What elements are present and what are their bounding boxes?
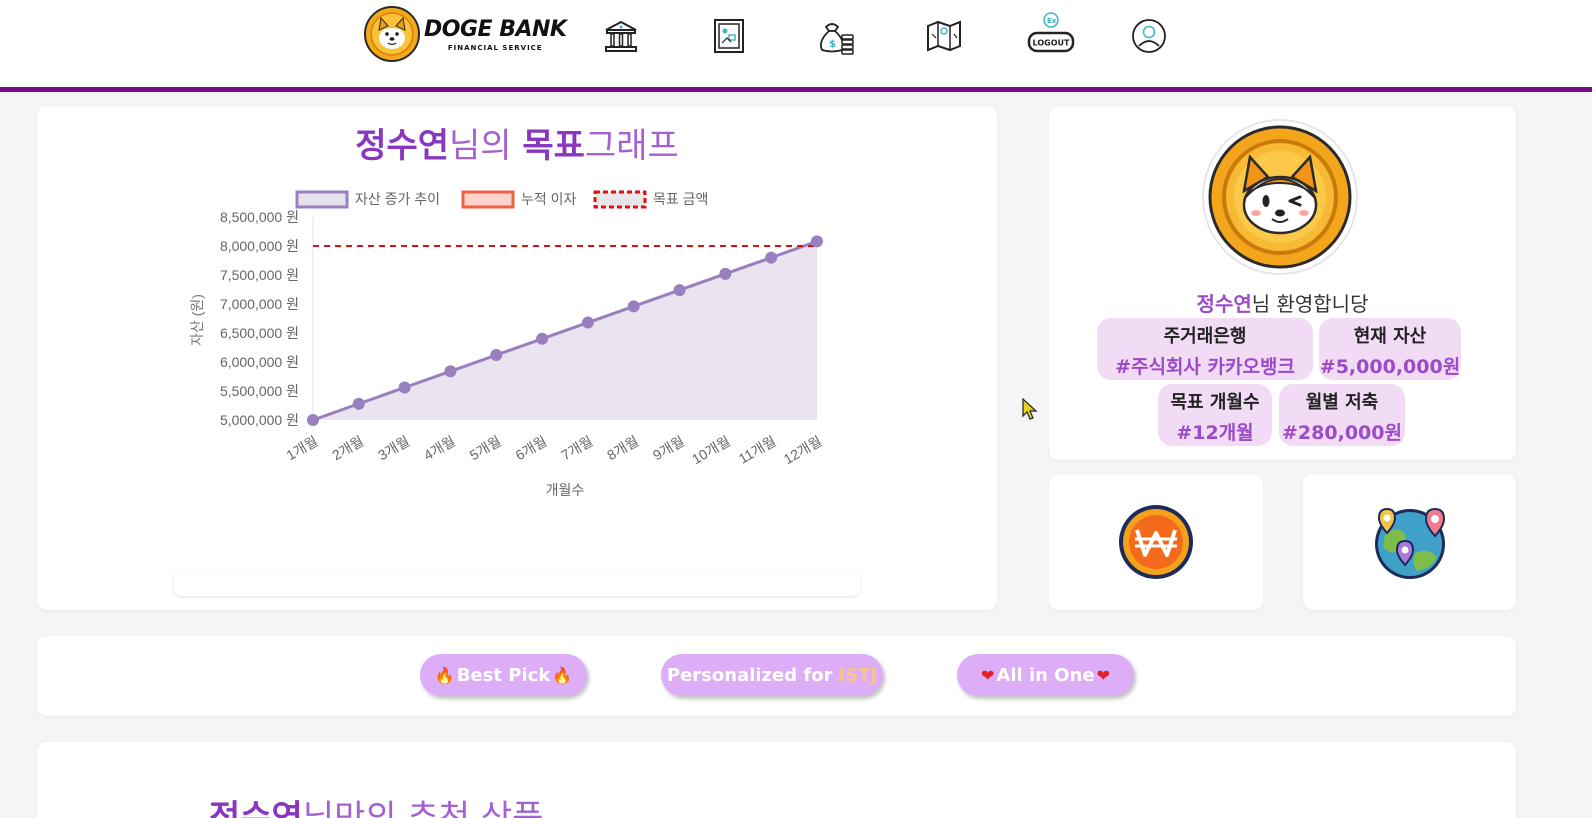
user-icon[interactable] <box>1129 16 1169 56</box>
recommend-title: 정수연님만의 추천 상품 <box>209 790 543 818</box>
x-tick-label: 8개월 <box>604 433 641 464</box>
y-tick-label: 7,500,000 원 <box>220 267 299 283</box>
legend-swatch <box>593 190 647 209</box>
tab-all-in-one[interactable]: ❤ All in One ❤ <box>957 654 1134 696</box>
globe-pins-icon <box>1375 507 1446 579</box>
asset-line-chart: 5,000,000 원 5,500,000 원 6,000,000 원 6,500,0… <box>189 190 825 498</box>
logo-title: DOGE BANK <box>424 16 567 42</box>
main-bank-chip: 주거래은행 #주식회사 카카오뱅크 <box>1097 318 1313 380</box>
svg-text:Ex: Ex <box>1047 17 1057 25</box>
x-tick-label: 4개월 <box>421 433 458 464</box>
y-tick-label: 5,500,000 원 <box>220 383 299 399</box>
current-asset-value: #5,000,000원 <box>1319 356 1461 378</box>
tab-personalized-label: Personalized for <box>666 664 833 686</box>
mouse-cursor-icon <box>1022 398 1038 420</box>
logo-text: DOGE BANK FINANCIAL SERVICE <box>424 16 567 52</box>
fire-icon: 🔥 <box>434 665 455 685</box>
goal-months-value: #12개월 <box>1176 422 1254 444</box>
recommend-card: 정수연님만의 추천 상품 <box>37 742 1516 818</box>
x-tick-label: 7개월 <box>558 433 595 464</box>
x-axis-label: 개월수 <box>546 482 585 498</box>
goal-progress-bar <box>174 571 860 596</box>
header-divider <box>0 87 1592 92</box>
asset-point <box>444 365 457 378</box>
doge-coin-icon <box>364 6 420 62</box>
money-bag-icon[interactable]: $ <box>816 16 856 56</box>
current-asset-label: 현재 자산 <box>1353 326 1427 347</box>
goal-months-chip: 목표 개월수 #12개월 <box>1158 384 1272 446</box>
asset-point <box>490 349 503 362</box>
won-coin-icon <box>1119 505 1193 579</box>
travel-map-card[interactable] <box>1303 474 1516 610</box>
monthly-saving-label: 월별 저축 <box>1305 392 1379 413</box>
asset-point <box>673 284 686 297</box>
goal-graph-card: 정수연님의 목표그래프 5,000,000 원 5,500,000 원 6,000,… <box>37 106 997 610</box>
y-tick-label: 8,500,000 원 <box>220 209 299 225</box>
x-tick-label: 5개월 <box>467 433 504 464</box>
logout-label: LOGOUT <box>1033 39 1070 48</box>
x-tick-label: 9개월 <box>650 433 687 464</box>
exchange-card[interactable] <box>1049 474 1263 610</box>
svg-text:$: $ <box>829 39 836 50</box>
tab-best-pick-label: Best Pick <box>456 664 551 686</box>
x-tick-label: 6개월 <box>513 433 550 464</box>
tab-personalized-type: ISTJ <box>838 664 878 686</box>
welcome-name: 정수연 <box>1196 292 1252 316</box>
current-asset-chip: 현재 자산 #5,000,000원 <box>1319 318 1461 380</box>
x-tick-label: 11개월 <box>736 433 779 467</box>
recommend-title-name: 정수연 <box>209 798 303 818</box>
x-tick-label: 2개월 <box>329 433 366 464</box>
tab-personalized[interactable]: Personalized for ISTJ <box>661 654 883 696</box>
welcome-suffix: 님 환영합니당 <box>1251 292 1369 316</box>
asset-point <box>627 300 640 313</box>
welcome-message: 정수연님 환영합니당 <box>1049 288 1516 317</box>
doge-bank-logo[interactable]: DOGE BANK FINANCIAL SERVICE <box>364 6 567 62</box>
x-tick-label: 3개월 <box>375 433 412 464</box>
logo-subtitle: FINANCIAL SERVICE <box>447 43 543 52</box>
y-tick-label: 6,500,000 원 <box>220 325 299 341</box>
map-icon[interactable] <box>924 16 964 56</box>
top-header: DOGE BANK FINANCIAL SERVICE $ Ex LOGOUT <box>0 0 1592 87</box>
bank-icon[interactable] <box>601 16 641 56</box>
legend-swatch <box>461 190 515 209</box>
y-tick-label: 7,000,000 원 <box>220 296 299 312</box>
main-bank-value: #주식회사 카카오뱅크 <box>1115 356 1295 378</box>
y-axis-label: 자산 (원) <box>189 294 205 346</box>
doge-avatar[interactable] <box>1204 121 1356 273</box>
y-tick-label: 5,000,000 원 <box>220 412 299 428</box>
product-filter-tabs: 🔥 Best Pick 🔥 Personalized for ISTJ ❤ All in… <box>37 636 1516 716</box>
asset-point <box>719 267 732 280</box>
asset-point <box>398 381 411 394</box>
asset-point <box>352 397 365 410</box>
goal-months-label: 목표 개월수 <box>1170 392 1260 413</box>
x-tick-label: 1개월 <box>283 433 320 464</box>
legend-label: 누적 이자 <box>521 191 577 207</box>
asset-point <box>581 316 594 329</box>
x-tick-label: 12개월 <box>781 433 825 468</box>
main-bank-label: 주거래은행 <box>1163 326 1247 347</box>
frame-icon[interactable] <box>709 16 749 56</box>
heart-icon: ❤ <box>981 665 995 685</box>
monthly-saving-chip: 월별 저축 #280,000원 <box>1279 384 1405 446</box>
y-tick-label: 6,000,000 원 <box>220 354 299 370</box>
asset-point <box>765 251 778 264</box>
fire-icon: 🔥 <box>552 665 573 685</box>
heart-icon: ❤ <box>1096 665 1110 685</box>
y-tick-label: 8,000,000 원 <box>220 238 299 254</box>
legend-label: 자산 증가 추이 <box>355 191 440 207</box>
asset-point <box>536 332 549 345</box>
logout-icon[interactable]: Ex LOGOUT <box>1026 8 1076 60</box>
recommend-title-suffix: 님만의 추천 상품 <box>302 798 544 818</box>
legend-label: 목표 금액 <box>653 191 708 207</box>
tab-all-in-one-label: All in One <box>996 664 1095 686</box>
x-tick-label: 10개월 <box>689 433 733 468</box>
asset-point <box>307 414 319 426</box>
tab-best-pick[interactable]: 🔥 Best Pick 🔥 <box>420 654 587 696</box>
profile-card: 정수연님 환영합니당 주거래은행 #주식회사 카카오뱅크 현재 자산 #5,00… <box>1049 106 1516 460</box>
asset-point <box>811 235 823 248</box>
monthly-saving-value: #280,000원 <box>1282 422 1402 444</box>
legend-swatch <box>295 190 349 209</box>
